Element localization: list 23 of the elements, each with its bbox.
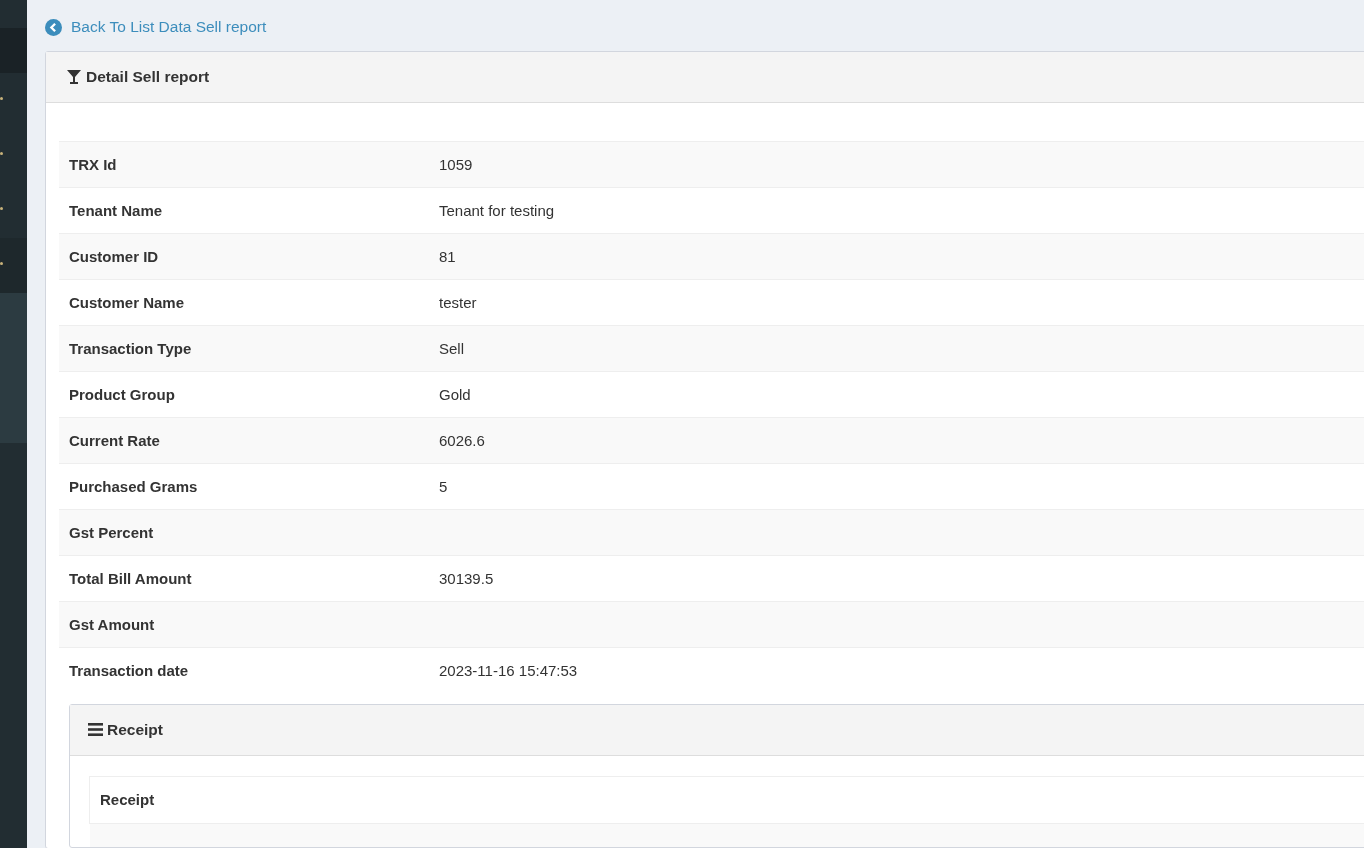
menu-dot-icon[interactable] <box>0 152 3 155</box>
column-header: Receipt <box>89 776 1364 823</box>
menu-dot-icon[interactable] <box>0 262 3 265</box>
back-link[interactable]: Back To List Data Sell report <box>45 18 267 36</box>
menu-icon <box>88 723 103 736</box>
menu-dot-icon[interactable] <box>0 97 3 100</box>
field-value: 1059 <box>429 141 1364 188</box>
field-label: Transaction Type <box>59 325 429 372</box>
field-value: 2023-11-16 15:47:53 <box>429 647 1364 694</box>
field-value: Sell <box>429 325 1364 372</box>
field-label: TRX Id <box>59 141 429 188</box>
field-value: 81 <box>429 233 1364 280</box>
menu-dot-icon[interactable] <box>0 207 3 210</box>
panel-title: Detail Sell report <box>86 68 210 86</box>
panel-title: Receipt <box>107 720 163 739</box>
field-label: Gst Percent <box>59 509 429 556</box>
filter-icon <box>66 69 82 85</box>
chevron-circle-left-icon <box>45 18 62 36</box>
field-label: Gst Amount <box>59 601 429 648</box>
field-value: 6026.6 <box>429 417 1364 464</box>
field-label: Customer ID <box>59 233 429 280</box>
field-label: Transaction date <box>59 647 429 694</box>
field-label: Current Rate <box>59 417 429 464</box>
